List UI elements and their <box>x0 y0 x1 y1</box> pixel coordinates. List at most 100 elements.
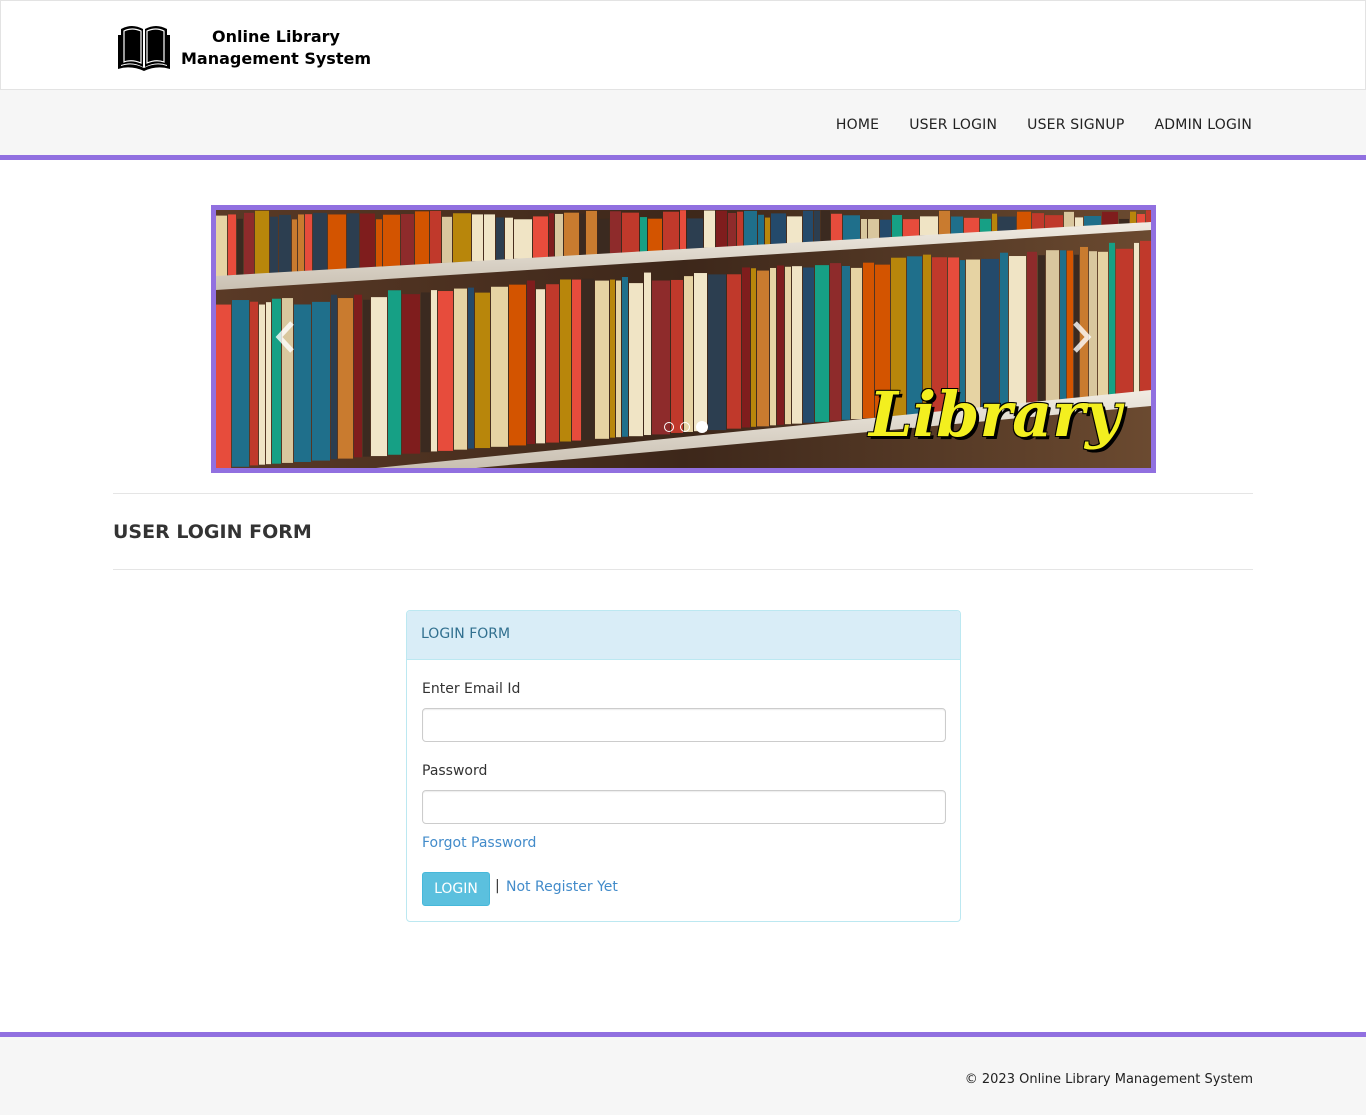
book-spine <box>830 263 841 421</box>
book-spine <box>998 216 1016 231</box>
login-button[interactable]: LOGIN <box>422 872 490 906</box>
book-spine <box>861 218 867 239</box>
book-spine <box>648 218 662 252</box>
carousel-next-button[interactable] <box>1071 320 1093 354</box>
book-spine <box>363 299 370 457</box>
password-label: Password <box>422 763 488 779</box>
nav-admin-login[interactable]: ADMIN LOGIN <box>1155 117 1252 133</box>
chevron-right-icon <box>1071 320 1093 354</box>
book-spine <box>509 284 526 446</box>
nav-home[interactable]: HOME <box>836 117 879 133</box>
book-spine <box>338 298 353 459</box>
forgot-password-link[interactable]: Forgot Password <box>422 835 536 851</box>
book-spine <box>454 288 467 450</box>
site-header: Online Library Management System <box>0 0 1366 90</box>
book-spine <box>298 214 304 272</box>
book-spine <box>610 279 615 438</box>
book-spine <box>228 214 236 276</box>
book-spine <box>270 216 278 273</box>
book-spine <box>376 219 382 267</box>
book-spine <box>533 216 548 258</box>
book-spine <box>421 292 430 453</box>
password-input[interactable] <box>422 790 946 824</box>
book-spine <box>383 214 400 267</box>
book-spine <box>536 289 545 444</box>
book-spine <box>505 217 513 260</box>
book-spine <box>468 287 474 449</box>
book-spine <box>964 217 979 233</box>
book-spine <box>803 267 814 423</box>
carousel-indicator-3[interactable] <box>696 421 708 433</box>
book-spine <box>1064 211 1074 228</box>
book-spine <box>294 304 311 462</box>
book-spine <box>582 278 594 440</box>
book-spine <box>758 214 764 245</box>
book-spine <box>527 280 535 445</box>
image-carousel: Library <box>211 205 1156 473</box>
book-spine <box>757 270 769 427</box>
book-spine <box>610 211 621 254</box>
book-spine <box>1140 240 1151 397</box>
book-spine <box>992 213 997 232</box>
book-spine <box>1084 215 1101 226</box>
divider-top <box>113 493 1253 494</box>
book-spine <box>765 217 770 245</box>
book-spine <box>792 266 802 424</box>
email-input[interactable] <box>422 708 946 742</box>
book-spine <box>491 286 508 447</box>
carousel-prev-button[interactable] <box>274 320 296 354</box>
book-spine <box>431 290 437 452</box>
book-spine <box>771 213 786 244</box>
book-spine <box>331 294 337 460</box>
login-panel: LOGIN FORM Enter Email Id Password Forgo… <box>406 610 961 922</box>
book-spine <box>687 218 703 249</box>
book-spine <box>644 272 651 436</box>
book-spine <box>868 219 879 239</box>
book-spine <box>1017 211 1031 230</box>
logo-line-1: Online Library <box>212 27 340 46</box>
book-spine <box>708 274 726 431</box>
register-link[interactable]: Not Register Yet <box>506 879 618 895</box>
book-spine <box>815 265 829 422</box>
book-spine <box>580 213 585 255</box>
book-spine <box>652 280 670 435</box>
carousel-indicator-1[interactable] <box>664 422 674 432</box>
book-spine <box>438 291 453 451</box>
footer-copyright: © 2023 Online Library Management System <box>964 1072 1253 1087</box>
book-spine <box>851 267 862 420</box>
book-spine <box>1102 211 1118 225</box>
book-spine <box>415 211 429 265</box>
book-spine <box>616 280 621 438</box>
nav-user-signup[interactable]: USER SIGNUP <box>1027 117 1124 133</box>
book-spine <box>777 265 784 425</box>
book-spine <box>684 276 693 432</box>
book-spine <box>347 213 359 269</box>
book-spine <box>892 214 902 237</box>
book-spine <box>232 300 249 467</box>
book-spine <box>292 219 297 272</box>
book-spine <box>484 214 495 261</box>
book-spine <box>814 210 820 242</box>
book-spine <box>586 210 597 255</box>
book-spine <box>920 216 938 236</box>
book-spine <box>785 266 791 425</box>
book-spine <box>1032 213 1044 229</box>
book-spine <box>360 213 375 268</box>
book-spine <box>453 213 471 263</box>
book-spine <box>629 283 643 437</box>
book-spine <box>442 216 452 263</box>
book-spine <box>880 219 891 238</box>
carousel-indicator-2[interactable] <box>680 422 690 432</box>
site-logo[interactable]: Online Library Management System <box>117 21 371 75</box>
book-spine <box>259 304 265 465</box>
book-spine <box>843 215 860 240</box>
book-spine <box>371 297 387 457</box>
book-spine <box>744 210 757 246</box>
book-spine <box>640 217 647 252</box>
book-spine <box>951 216 963 234</box>
book-spine <box>728 212 736 247</box>
nav-user-login[interactable]: USER LOGIN <box>909 117 997 133</box>
book-spine <box>430 210 441 264</box>
login-panel-heading: LOGIN FORM <box>407 611 960 660</box>
book-spine <box>472 214 483 262</box>
